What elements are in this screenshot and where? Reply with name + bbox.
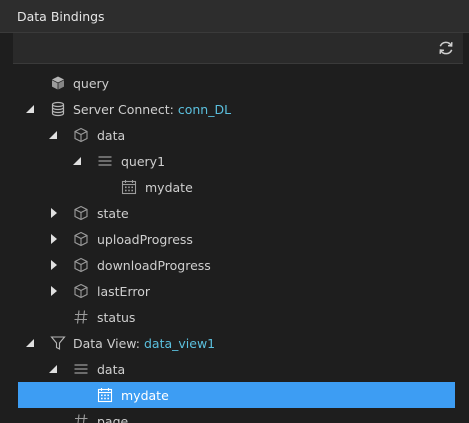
tree-item-label: query1 <box>121 153 166 169</box>
filter-icon <box>49 334 67 352</box>
tree-item-state[interactable]: state <box>13 200 463 226</box>
expanded-arrow-icon[interactable] <box>72 156 82 166</box>
database-icon <box>49 100 67 118</box>
data-view-name: data_view1 <box>143 335 216 351</box>
tree-item-label: mydate <box>145 179 193 195</box>
server-connect-prefix: Server Connect: <box>73 101 178 117</box>
tree-item-page[interactable]: page <box>13 408 463 423</box>
tree-item-label: status <box>97 309 136 325</box>
expanded-arrow-icon[interactable] <box>25 338 35 348</box>
tree-item-label: query <box>73 75 110 91</box>
tree-item-label: data <box>97 127 126 143</box>
tree-item-upload-progress[interactable]: uploadProgress <box>13 226 463 252</box>
tree-item-server-connect[interactable]: Server Connect: conn_DL <box>13 96 463 122</box>
list-icon <box>96 152 114 170</box>
refresh-button[interactable] <box>435 37 457 59</box>
cube-icon <box>49 74 67 92</box>
collapsed-arrow-icon[interactable] <box>49 286 59 296</box>
data-view-prefix: Data View: <box>73 335 144 351</box>
expanded-arrow-icon[interactable] <box>48 364 58 374</box>
tree-item-download-progress[interactable]: downloadProgress <box>13 252 463 278</box>
list-icon <box>72 360 90 378</box>
expanded-arrow-icon[interactable] <box>48 130 58 140</box>
cube-outline-icon <box>72 230 90 248</box>
collapsed-arrow-icon[interactable] <box>49 260 59 270</box>
tree-item-mydate[interactable]: mydate <box>13 174 463 200</box>
tree-item-data[interactable]: data <box>13 122 463 148</box>
tree-item-label: lastError <box>97 283 151 299</box>
cube-outline-icon <box>72 256 90 274</box>
tree-item-query[interactable]: query <box>13 70 463 96</box>
cube-outline-icon <box>72 126 90 144</box>
hash-icon <box>72 412 90 423</box>
calendar-icon <box>120 178 138 196</box>
tree-item-label: uploadProgress <box>97 231 193 247</box>
collapsed-arrow-icon[interactable] <box>49 234 59 244</box>
refresh-icon <box>439 41 453 55</box>
tree-item-status[interactable]: status <box>13 304 463 330</box>
tree-item-query1[interactable]: query1 <box>13 148 463 174</box>
tree-item-label: downloadProgress <box>97 257 211 273</box>
panel-title: Data Bindings <box>17 9 105 24</box>
tree-item-label: page <box>97 413 129 423</box>
panel-titlebar: Data Bindings <box>0 0 469 33</box>
calendar-icon <box>96 386 114 404</box>
bindings-tree: query Server Connect: conn_DL data query… <box>13 64 463 423</box>
cube-outline-icon <box>72 204 90 222</box>
tree-item-label: mydate <box>121 387 169 403</box>
expanded-arrow-icon[interactable] <box>25 104 35 114</box>
cube-outline-icon <box>72 282 90 300</box>
server-connect-name: conn_DL <box>177 101 232 117</box>
tree-item-label: Server Connect: conn_DL <box>73 102 231 117</box>
data-bindings-panel: Data Bindings query Server Connect: conn… <box>0 0 469 423</box>
tree-item-last-error[interactable]: lastError <box>13 278 463 304</box>
collapsed-arrow-icon[interactable] <box>49 208 59 218</box>
tree-item-label: Data View: data_view1 <box>73 336 215 351</box>
tree-item-data-view-data[interactable]: data <box>13 356 463 382</box>
tree-item-label: data <box>97 361 126 377</box>
tree-item-label: state <box>97 205 129 221</box>
tree-item-mydate-selected[interactable]: mydate <box>18 382 455 408</box>
panel-toolbar <box>13 33 463 64</box>
hash-icon <box>72 308 90 326</box>
tree-item-data-view[interactable]: Data View: data_view1 <box>13 330 463 356</box>
